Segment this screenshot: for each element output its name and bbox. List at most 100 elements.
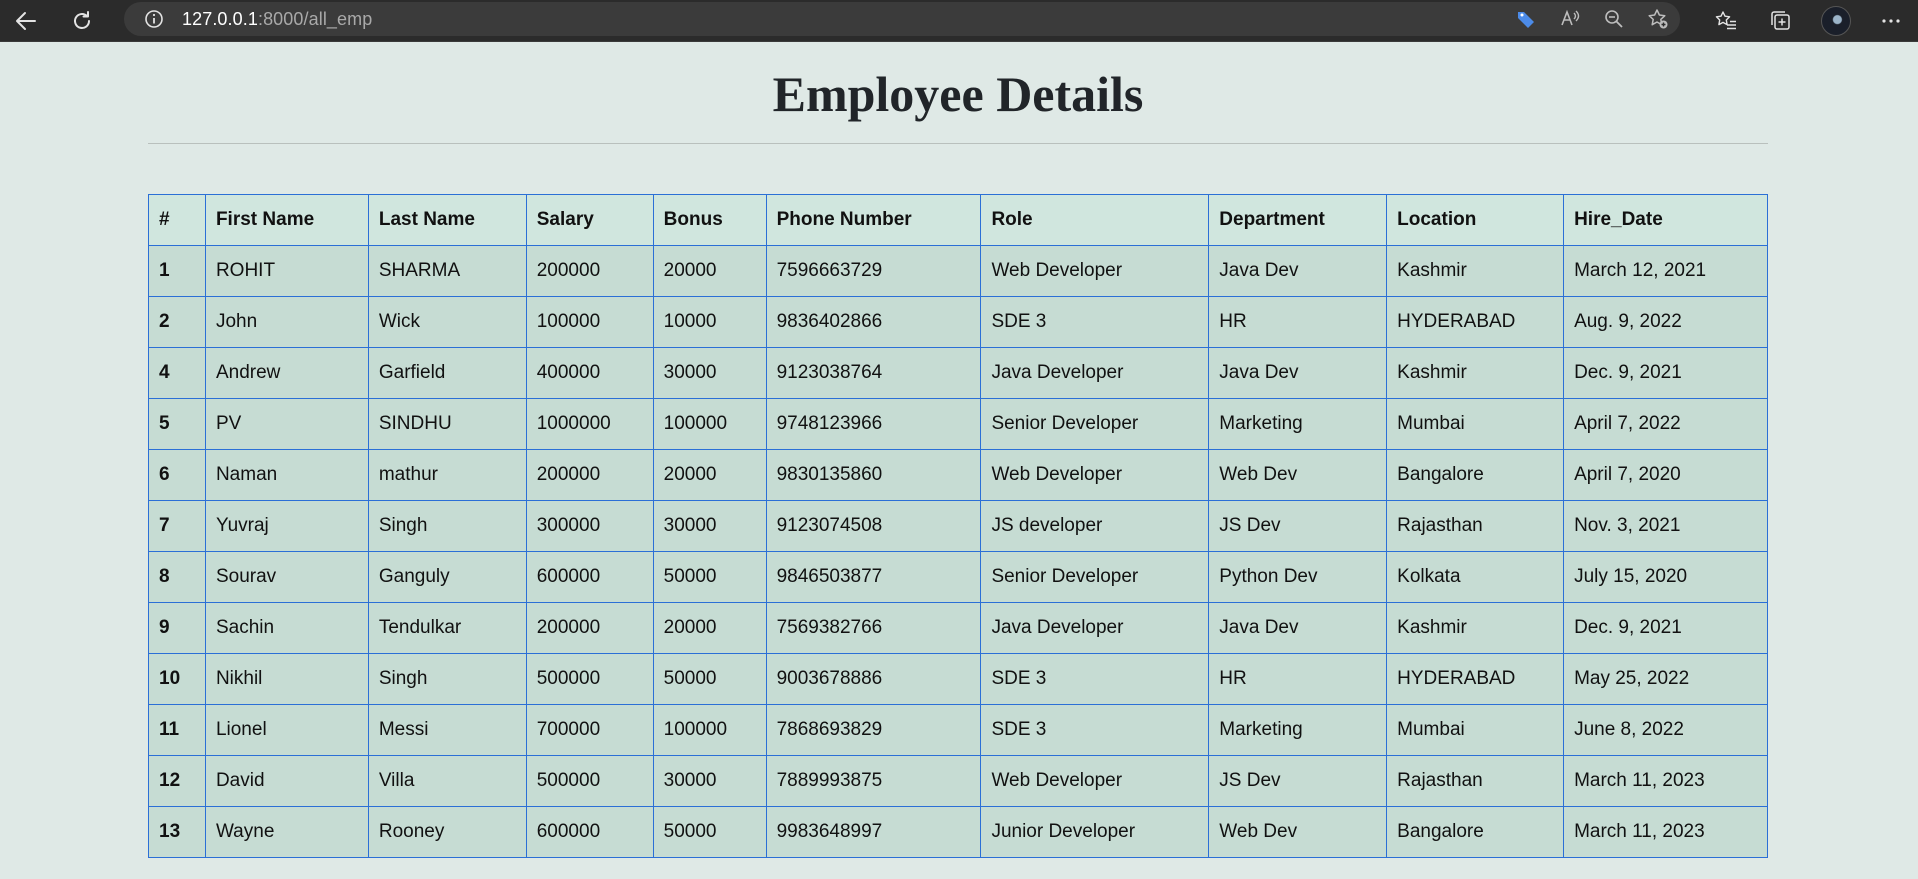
cell-location: Rajasthan [1386, 755, 1565, 807]
table-row: 11 Lionel Messi 700000 100000 7868693829 SDE 3… [148, 704, 1768, 756]
cell-location: Bangalore [1386, 806, 1565, 858]
cell-first-name: David [204, 755, 369, 807]
cell-department: Marketing [1208, 704, 1388, 756]
cell-last-name: Rooney [367, 806, 527, 858]
favorites-icon[interactable] [1698, 0, 1753, 42]
cell-last-name: Garfield [367, 347, 527, 399]
cell-bonus: 100000 [652, 398, 767, 450]
cell-index: 6 [148, 449, 206, 501]
more-options-icon[interactable] [1863, 0, 1918, 42]
read-aloud-icon[interactable] [1548, 2, 1592, 36]
cell-role: JS developer [980, 500, 1210, 552]
table-row: 10 Nikhil Singh 500000 50000 9003678886 SDE 3H… [148, 653, 1768, 705]
cell-salary: 600000 [525, 551, 654, 603]
info-icon[interactable] [144, 9, 164, 29]
cell-salary: 1000000 [525, 398, 654, 450]
cell-index: 2 [148, 296, 206, 348]
cell-bonus: 50000 [652, 551, 767, 603]
cell-location: Mumbai [1386, 704, 1565, 756]
cell-bonus: 100000 [652, 704, 767, 756]
cell-department: Python Dev [1208, 551, 1388, 603]
cell-first-name: PV [204, 398, 369, 450]
cell-bonus: 20000 [652, 602, 767, 654]
column-header-phone-number: Phone Number [765, 194, 982, 246]
cell-first-name: Naman [204, 449, 369, 501]
cell-bonus: 50000 [652, 653, 767, 705]
cell-index: 11 [148, 704, 206, 756]
table-row: 5 PV SINDHU 1000000 100000 9748123966 Senior D… [148, 398, 1768, 450]
page-title: Employee Details [772, 66, 1144, 122]
cell-bonus: 20000 [652, 449, 767, 501]
column-header-bonus: Bonus [652, 194, 767, 246]
cell-first-name: Wayne [204, 806, 369, 858]
cell-bonus: 10000 [652, 296, 767, 348]
cell-location: Kolkata [1386, 551, 1565, 603]
cell-phone-number: 9983648997 [765, 806, 982, 858]
cell-hire-date: March 11, 2023 [1563, 806, 1768, 858]
add-favorite-icon[interactable] [1636, 2, 1680, 36]
cell-first-name: Sourav [204, 551, 369, 603]
cell-department: Java Dev [1208, 245, 1388, 297]
cell-bonus: 20000 [652, 245, 767, 297]
cell-role: Web Developer [980, 755, 1210, 807]
cell-location: HYDERABAD [1386, 296, 1565, 348]
table-row: 13 Wayne Rooney 600000 50000 9983648997 Junior… [148, 806, 1768, 858]
cell-last-name: SINDHU [367, 398, 527, 450]
cell-salary: 500000 [525, 755, 654, 807]
table-row: 6 Naman mathur 200000 20000 9830135860 Web Dev… [148, 449, 1768, 501]
coupon-tag-icon[interactable] [1504, 2, 1548, 36]
cell-location: Kashmir [1386, 602, 1565, 654]
cell-role: Senior Developer [980, 551, 1210, 603]
collections-icon[interactable] [1753, 0, 1808, 42]
back-arrow-icon[interactable] [0, 0, 52, 42]
cell-last-name: Villa [367, 755, 527, 807]
cell-bonus: 30000 [652, 347, 767, 399]
cell-index: 10 [148, 653, 206, 705]
cell-first-name: Sachin [204, 602, 369, 654]
cell-last-name: mathur [367, 449, 527, 501]
cell-department: JS Dev [1208, 500, 1388, 552]
cell-index: 9 [148, 602, 206, 654]
cell-first-name: John [204, 296, 369, 348]
column-header-salary: Salary [525, 194, 654, 246]
cell-role: Java Developer [980, 602, 1210, 654]
table-row: 1 ROHIT SHARMA 200000 20000 7596663729 Web Dev… [148, 245, 1768, 297]
refresh-icon[interactable] [56, 0, 108, 42]
cell-role: SDE 3 [980, 296, 1210, 348]
url-text[interactable]: 127.0.0.1:8000/all_emp [182, 9, 372, 30]
cell-department: Web Dev [1208, 449, 1388, 501]
cell-hire-date: Dec. 9, 2021 [1563, 602, 1768, 654]
browser-toolbar: 127.0.0.1:8000/all_emp [0, 0, 1918, 42]
cell-hire-date: March 11, 2023 [1563, 755, 1768, 807]
cell-index: 1 [148, 245, 206, 297]
cell-department: Java Dev [1208, 347, 1388, 399]
table-body: 1 ROHIT SHARMA 200000 20000 7596663729 Web Dev… [148, 245, 1768, 858]
cell-bonus: 30000 [652, 755, 767, 807]
cell-role: Web Developer [980, 449, 1210, 501]
cell-phone-number: 7596663729 [765, 245, 982, 297]
table-header-row: # First Name Last Name Salary Bonus Phone Num… [148, 194, 1768, 246]
column-header-department: Department [1208, 194, 1388, 246]
table-row: 7 Yuvraj Singh 300000 30000 9123074508 JS deve… [148, 500, 1768, 552]
column-header-index: # [148, 194, 206, 246]
cell-phone-number: 9748123966 [765, 398, 982, 450]
cell-department: HR [1208, 296, 1388, 348]
cell-first-name: ROHIT [204, 245, 369, 297]
zoom-out-icon[interactable] [1592, 2, 1636, 36]
cell-bonus: 50000 [652, 806, 767, 858]
profile-avatar[interactable] [1808, 0, 1863, 42]
cell-role: Web Developer [980, 245, 1210, 297]
column-header-hire-date: Hire_Date [1563, 194, 1768, 246]
cell-hire-date: April 7, 2020 [1563, 449, 1768, 501]
cell-location: Bangalore [1386, 449, 1565, 501]
address-bar[interactable]: 127.0.0.1:8000/all_emp [124, 2, 1680, 36]
cell-department: Marketing [1208, 398, 1388, 450]
cell-index: 12 [148, 755, 206, 807]
cell-salary: 400000 [525, 347, 654, 399]
cell-index: 4 [148, 347, 206, 399]
cell-phone-number: 9836402866 [765, 296, 982, 348]
cell-department: Java Dev [1208, 602, 1388, 654]
cell-location: HYDERABAD [1386, 653, 1565, 705]
cell-index: 8 [148, 551, 206, 603]
cell-last-name: Singh [367, 653, 527, 705]
